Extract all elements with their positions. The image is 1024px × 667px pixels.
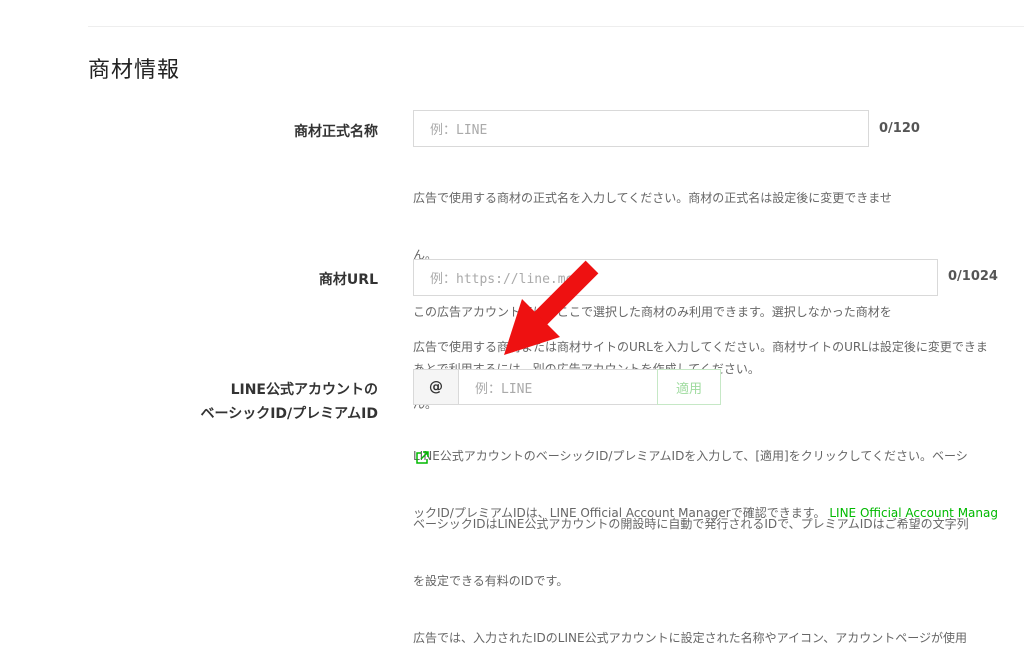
help-line: 広告では、入力されたIDのLINE公式アカウントに設定された名称やアイコン、アカ…	[413, 631, 968, 645]
red-arrow-annotation	[504, 260, 599, 355]
line-id-label-line2: ベーシックID/プレミアムID	[200, 406, 378, 422]
help-line: 広告で使用する商材の正式名を入力してください。商材の正式名は設定後に変更できませ	[413, 191, 892, 205]
official-name-input[interactable]: 例：LINE	[413, 110, 869, 147]
product-url-input[interactable]: 例：https://line.me/	[413, 259, 938, 296]
at-prefix: @	[413, 369, 459, 405]
help-line: を設定できる有料のIDです。	[413, 574, 569, 588]
apply-button[interactable]: 適用	[657, 369, 721, 405]
line-id-input[interactable]: 例：LINE	[458, 369, 658, 405]
line-id-label-line1: LINE公式アカウントの	[230, 382, 378, 398]
line-id-placeholder: 例：LINE	[475, 381, 533, 397]
official-name-counter: 0/120	[879, 121, 920, 136]
help-line: LINE公式アカウントのベーシックID/プレミアムIDを入力して、[適用]をクリ…	[413, 449, 968, 463]
product-url-counter: 0/1024	[948, 269, 998, 284]
official-name-label: 商材正式名称	[294, 124, 378, 140]
help-line: ベーシックIDはLINE公式アカウントの開設時に自動で発行されるIDで、プレミア…	[413, 517, 969, 531]
section-title: 商材情報	[88, 58, 181, 83]
section-divider	[88, 26, 1024, 27]
external-link-icon[interactable]	[415, 451, 429, 465]
line-id-help-2: ベーシックIDはLINE公式アカウントの開設時に自動で発行されるIDで、プレミア…	[413, 477, 1024, 667]
official-name-placeholder: 例：LINE	[430, 123, 488, 138]
product-url-label: 商材URL	[318, 272, 378, 288]
